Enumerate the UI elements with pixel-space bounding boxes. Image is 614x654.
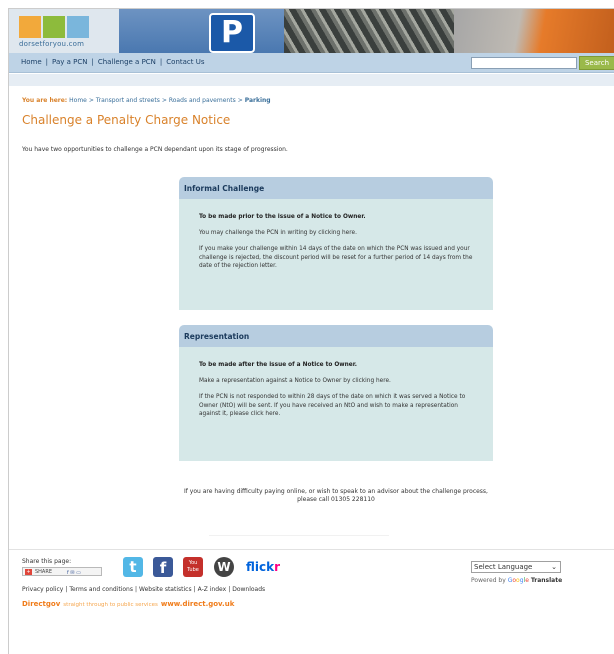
header-photo-warden bbox=[454, 9, 614, 53]
breadcrumb-current: Parking bbox=[244, 97, 271, 104]
footer-links: Privacy policy | Terms and conditions | Webs… bbox=[22, 586, 266, 593]
directgov-url: www.direct.gov.uk bbox=[160, 600, 235, 608]
nav-challenge-pcn[interactable]: Challenge a PCN bbox=[98, 58, 156, 66]
share-button-label: SHARE bbox=[35, 569, 52, 575]
panel-paragraph: If you make your challenge within 14 day… bbox=[199, 246, 473, 269]
google-translate-credit: Powered by Google Translate bbox=[471, 577, 563, 584]
share-label: Share this page: bbox=[22, 558, 72, 565]
panel-body: To be made prior to the issue of a Notic… bbox=[179, 199, 493, 310]
panel-heading: Informal Challenge bbox=[179, 177, 493, 199]
footer-link-az-index[interactable]: A-Z index bbox=[198, 586, 227, 593]
page-frame: dorsetforyou.com P Home | Pay a PCN | Challe… bbox=[8, 8, 614, 654]
header-photo-sky bbox=[119, 9, 284, 53]
footer-link-terms[interactable]: Terms and conditions bbox=[69, 586, 133, 593]
logo-square-orange bbox=[19, 16, 41, 38]
logo-text: dorsetforyou.com bbox=[19, 40, 85, 48]
chevron-down-icon: ⌄ bbox=[551, 563, 557, 571]
breadcrumb-label: You are here: bbox=[22, 97, 68, 104]
panel-body: To be made after the issue of a Notice t… bbox=[179, 347, 493, 461]
parking-sign-image: P bbox=[209, 13, 255, 53]
panel-heading: Representation bbox=[179, 325, 493, 347]
contact-info: If you are having difficulty paying onli… bbox=[179, 488, 493, 504]
breadcrumb-roads[interactable]: Roads and pavements bbox=[169, 97, 236, 104]
panel-lead: To be made prior to the issue of a Notic… bbox=[199, 214, 366, 220]
footer-link-privacy[interactable]: Privacy policy bbox=[22, 586, 63, 593]
breadcrumb: You are here: Home > Transport and streets… bbox=[22, 97, 271, 104]
representation-link-text[interactable]: Make a representation against a Notice t… bbox=[199, 377, 473, 385]
breadcrumb-transport[interactable]: Transport and streets bbox=[96, 97, 160, 104]
contact-line-2: please call 01305 228110 bbox=[297, 496, 375, 503]
nav-home[interactable]: Home bbox=[21, 58, 42, 66]
directgov-banner[interactable]: Directgov straight through to public serv… bbox=[22, 600, 234, 608]
flickr-icon[interactable]: flickr bbox=[246, 557, 286, 577]
footer-link-downloads[interactable]: Downloads bbox=[232, 586, 265, 593]
site-header: dorsetforyou.com P bbox=[9, 9, 614, 53]
logo-square-blue bbox=[67, 16, 89, 38]
nav-pay-pcn[interactable]: Pay a PCN bbox=[52, 58, 87, 66]
representation-panel: Representation To be made after the issu… bbox=[179, 325, 493, 461]
nav-subbar bbox=[9, 74, 614, 86]
informal-challenge-panel: Informal Challenge To be made prior to t… bbox=[179, 177, 493, 310]
page-title: Challenge a Penalty Charge Notice bbox=[22, 113, 231, 127]
header-photo-car-park bbox=[284, 9, 454, 53]
contact-line-1: If you are having difficulty paying onli… bbox=[184, 488, 488, 495]
logo-square-green bbox=[43, 16, 65, 38]
share-service-icons: f ✉ ▭ bbox=[67, 570, 81, 576]
panel-lead: To be made after the issue of a Notice t… bbox=[199, 362, 357, 368]
intro-text: You have two opportunities to challenge … bbox=[22, 146, 288, 153]
youtube-icon[interactable]: You Tube bbox=[183, 557, 203, 577]
facebook-icon[interactable]: f bbox=[153, 557, 173, 577]
search-button[interactable]: Search bbox=[579, 56, 614, 70]
search-input[interactable] bbox=[471, 57, 577, 69]
nto-link-text[interactable]: If the PCN is not responded to within 28… bbox=[199, 393, 473, 418]
language-select[interactable]: Select Language ⌄ bbox=[471, 561, 561, 573]
footer-link-statistics[interactable]: Website statistics bbox=[139, 586, 192, 593]
main-nav: Home | Pay a PCN | Challenge a PCN | Contact U… bbox=[9, 53, 614, 73]
nav-contact-us[interactable]: Contact Us bbox=[166, 58, 204, 66]
directgov-brand: Directgov bbox=[22, 600, 61, 608]
twitter-icon[interactable]: t bbox=[123, 557, 143, 577]
share-button[interactable]: + SHARE f ✉ ▭ bbox=[22, 567, 102, 576]
plus-icon: + bbox=[25, 569, 32, 575]
site-logo[interactable]: dorsetforyou.com bbox=[19, 16, 103, 48]
footer-divider bbox=[9, 549, 614, 550]
challenge-link-text[interactable]: You may challenge the PCN in writing by … bbox=[199, 229, 473, 237]
directgov-tagline: straight through to public services bbox=[63, 602, 158, 608]
breadcrumb-home[interactable]: Home bbox=[69, 97, 87, 104]
wordpress-icon[interactable]: W bbox=[214, 557, 234, 577]
divider bbox=[209, 535, 389, 536]
